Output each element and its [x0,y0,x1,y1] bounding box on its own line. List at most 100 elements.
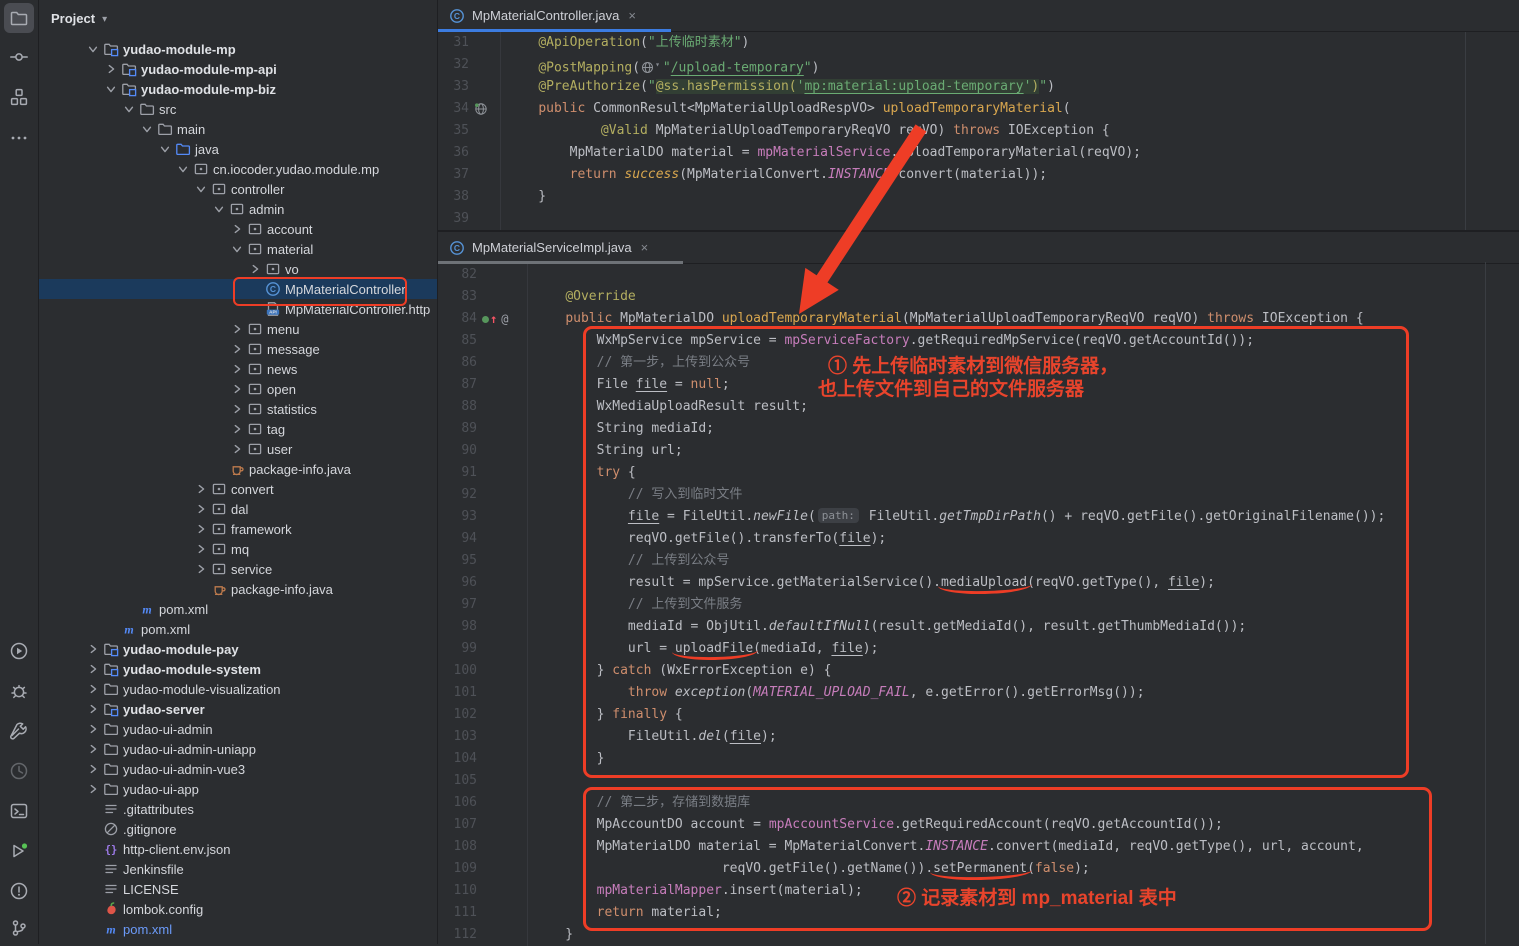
line-number[interactable]: 88 [437,396,477,418]
chevron-down-icon[interactable] [102,83,120,95]
line-number[interactable]: 112 [437,924,477,946]
chevron-down-icon[interactable] [138,123,156,135]
code-line-85[interactable]: 85 WxMpService mpService = mpServiceFact… [437,330,1519,352]
line-number[interactable]: 105 [437,770,477,792]
line-number[interactable]: 107 [437,814,477,836]
chevron-down-icon[interactable] [192,183,210,195]
code-line-95[interactable]: 95 // 上传到公众号 [437,550,1519,572]
line-number[interactable]: 91 [437,462,477,484]
chevron-right-icon[interactable] [192,483,210,495]
line-number[interactable]: 82 [437,264,477,286]
tree-item-yudao-module-mp[interactable]: yudao-module-mp [38,39,437,59]
tree-item-yudao-ui-admin[interactable]: yudao-ui-admin [38,719,437,739]
tree-item-dal[interactable]: dal [38,499,437,519]
chevron-right-icon[interactable] [228,223,246,235]
line-number[interactable]: 103 [437,726,477,748]
code-line-100[interactable]: 100 } catch (WxErrorException e) { [437,660,1519,682]
code-line-99[interactable]: 99 url = uploadFile(mediaId, file); [437,638,1519,660]
tree-item-java[interactable]: java [38,139,437,159]
chevron-right-icon[interactable] [84,783,102,795]
code-line-102[interactable]: 102 } finally { [437,704,1519,726]
code-line-108[interactable]: 108 MpMaterialDO material = MpMaterialCo… [437,836,1519,858]
line-number[interactable]: 94 [437,528,477,550]
tree-item-main[interactable]: main [38,119,437,139]
tree-item--gitignore[interactable]: .gitignore [38,819,437,839]
code-line-35[interactable]: 35 @Valid MpMaterialUploadTemporaryReqVO… [437,120,1519,142]
line-number[interactable]: 92 [437,484,477,506]
tree-item-yudao-module-visualization[interactable]: yudao-module-visualization [38,679,437,699]
line-number[interactable]: 93 [437,506,477,528]
line-number[interactable]: 99 [437,638,477,660]
code-line-96[interactable]: 96 result = mpService.getMaterialService… [437,572,1519,594]
build-icon[interactable] [4,716,34,746]
chevron-right-icon[interactable] [84,763,102,775]
chevron-right-icon[interactable] [84,723,102,735]
project-folder-icon[interactable] [4,3,34,33]
line-number[interactable]: 83 [437,286,477,308]
debug-icon[interactable] [4,676,34,706]
code-line-83[interactable]: 83 @Override [437,286,1519,308]
code-line-91[interactable]: 91 try { [437,462,1519,484]
code-line-31[interactable]: 31 @ApiOperation("上传临时素材") [437,32,1519,54]
code-line-82[interactable]: 82 [437,264,1519,286]
code-line-94[interactable]: 94 reqVO.getFile().transferTo(file); [437,528,1519,550]
code-line-101[interactable]: 101 throw exception(MATERIAL_UPLOAD_FAIL… [437,682,1519,704]
line-number[interactable]: 104 [437,748,477,770]
line-number[interactable]: 109 [437,858,477,880]
tree-item-material[interactable]: material [38,239,437,259]
chevron-down-icon[interactable] [156,143,174,155]
tree-item-http-client-env-json[interactable]: {}http-client.env.json [38,839,437,859]
code-line-105[interactable]: 105 [437,770,1519,792]
project-panel-header[interactable]: Project ▾ [38,0,437,36]
tree-item-vo[interactable]: vo [38,259,437,279]
tree-item-account[interactable]: account [38,219,437,239]
tree-item-message[interactable]: message [38,339,437,359]
tree-item-user[interactable]: user [38,439,437,459]
chevron-down-icon[interactable] [210,203,228,215]
code-line-86[interactable]: 86 // 第一步，上传到公众号 [437,352,1519,374]
chevron-right-icon[interactable] [228,323,246,335]
terminal-icon[interactable] [4,796,34,826]
profiler-icon[interactable] [4,756,34,786]
code-line-106[interactable]: 106 // 第二步，存储到数据库 [437,792,1519,814]
line-number[interactable]: 84 [437,308,477,330]
line-number[interactable]: 38 [437,186,469,208]
tree-item-package-info-java[interactable]: package-info.java [38,579,437,599]
open-in-http-client-icon[interactable]: ▾ [641,56,660,78]
code-line-87[interactable]: 87 File file = null; [437,374,1519,396]
code-line-97[interactable]: 97 // 上传到文件服务 [437,594,1519,616]
code-line-38[interactable]: 38 } [437,186,1519,208]
chevron-right-icon[interactable] [228,343,246,355]
tree-item-mpmaterialcontroller-http[interactable]: APIMpMaterialController.http [38,299,437,319]
code-line-84[interactable]: 84↑@ public MpMaterialDO uploadTemporary… [437,308,1519,330]
tree-item-tag[interactable]: tag [38,419,437,439]
line-number[interactable]: 37 [437,164,469,186]
chevron-down-icon[interactable] [174,163,192,175]
line-number[interactable]: 97 [437,594,477,616]
line-number[interactable]: 90 [437,440,477,462]
line-number[interactable]: 89 [437,418,477,440]
tree-item-framework[interactable]: framework [38,519,437,539]
top-editor[interactable]: 31 @ApiOperation("上传临时素材")32 @PostMappin… [437,32,1519,230]
chevron-right-icon[interactable] [246,263,264,275]
code-line-103[interactable]: 103 FileUtil.del(file); [437,726,1519,748]
line-number[interactable]: 86 [437,352,477,374]
tree-item-statistics[interactable]: statistics [38,399,437,419]
tree-item-controller[interactable]: controller [38,179,437,199]
chevron-right-icon[interactable] [228,423,246,435]
code-line-112[interactable]: 112 } [437,924,1519,946]
code-line-32[interactable]: 32 @PostMapping(▾"/upload-temporary") [437,54,1519,76]
tree-item-mpmaterialcontroller[interactable]: CMpMaterialController [38,279,437,299]
chevron-right-icon[interactable] [84,683,102,695]
line-number[interactable]: 101 [437,682,477,704]
version-control-icon[interactable] [4,913,34,943]
chevron-down-icon[interactable] [228,243,246,255]
line-number[interactable]: 85 [437,330,477,352]
chevron-right-icon[interactable] [228,403,246,415]
code-line-104[interactable]: 104 } [437,748,1519,770]
tree-item-license[interactable]: LICENSE [38,879,437,899]
chevron-right-icon[interactable] [84,703,102,715]
tree-item-yudao-module-mp-biz[interactable]: yudao-module-mp-biz [38,79,437,99]
tree-item-yudao-server[interactable]: yudao-server [38,699,437,719]
tree-item--gitattributes[interactable]: .gitattributes [38,799,437,819]
